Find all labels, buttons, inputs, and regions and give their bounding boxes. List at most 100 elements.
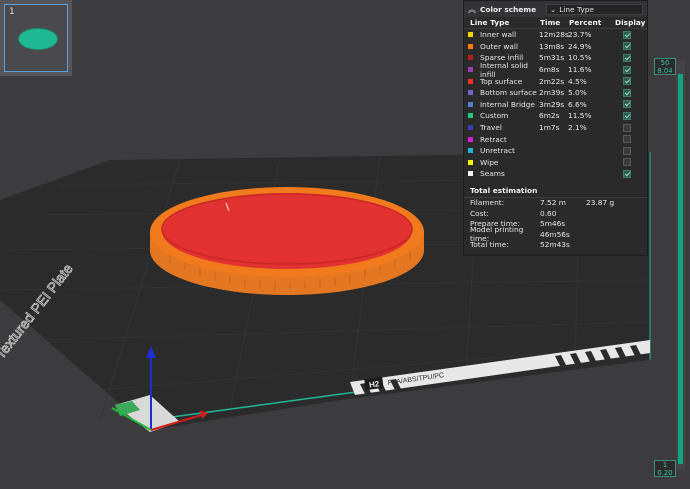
summary-value: 5m46s [540,219,566,229]
col-line-type: Line Type [470,18,510,27]
line-type-swatch [468,113,473,119]
legend-header: ︽ Color scheme ⌄ Line Type [464,1,647,17]
display-checkbox[interactable] [623,111,631,120]
line-type-time: 2m39s [539,88,565,98]
line-type-swatch [468,55,473,61]
line-type-percent: 4.5% [568,76,587,86]
line-type-time: 2m22s [539,76,565,86]
display-checkbox[interactable] [623,77,631,86]
line-type-name: Unretract [480,146,515,156]
line-type-time: 3m29s [539,99,565,109]
legend-title: Color scheme [480,4,537,14]
summary-rows: Filament: 7.52 m 23.87 g Cost: 0.60 Prepare t… [464,198,647,251]
top-layer-number: 50 [660,59,670,67]
line-type-name: Top surface [480,76,523,86]
line-type-swatch [468,159,473,165]
legend-row: Bottom surface 2m39s 5.0% [464,87,647,99]
line-type-swatch [468,67,473,73]
plate-thumbnail-panel: 1 [0,0,72,76]
line-type-swatch [468,32,473,38]
display-checkbox[interactable] [623,88,631,97]
line-type-swatch [468,171,473,177]
display-checkbox[interactable] [623,146,631,155]
summary-value: 0.60 [540,208,557,218]
chevron-down-icon: ⌄ [550,4,557,14]
summary-row: Cost: 0.60 [464,208,647,219]
bottom-layer-number: 1 [662,461,668,469]
layer-slider-top-handle[interactable]: 50 8.04 [654,58,676,75]
line-type-percent: 10.5% [568,53,592,63]
line-type-name: Outer wall [480,41,519,51]
line-type-time: 13m8s [539,41,565,51]
line-type-percent: 5.0% [568,88,587,98]
line-type-time: 6m2s [539,111,560,121]
display-checkbox[interactable] [623,100,631,109]
summary-row: Total time: 52m43s [464,240,647,251]
line-type-name: Wipe [480,157,499,167]
plate-index: 1 [9,7,15,17]
display-checkbox[interactable] [623,30,631,39]
line-type-swatch [468,136,473,142]
color-scheme-value: Line Type [559,4,594,14]
plate-thumbnail[interactable]: 1 [4,4,68,72]
line-type-name: Seams [480,169,505,179]
top-layer-height: 8.04 [657,67,673,75]
display-checkbox[interactable] [623,169,631,178]
summary-label: Cost: [470,208,489,218]
color-scheme-legend: ︽ Color scheme ⌄ Line Type Line Type Tim… [463,0,648,256]
line-type-swatch [468,90,473,96]
summary-extra: 23.87 g [586,198,615,208]
legend-row: Unretract [464,145,647,157]
line-type-name: Travel [480,123,502,133]
line-type-percent: 23.7% [568,30,592,40]
line-type-time: 5m31s [539,53,565,63]
summary-row: Filament: 7.52 m 23.87 g [464,198,647,209]
line-type-percent: 11.5% [568,111,592,121]
line-type-name: Bottom surface [480,88,537,98]
legend-row: Internal Bridge 3m29s 6.6% [464,99,647,111]
summary-label: Total time: [470,240,509,250]
line-type-swatch [468,78,473,84]
col-percent: Percent [569,18,602,27]
summary-value: 52m43s [540,240,570,250]
line-type-swatch [468,148,473,154]
line-type-swatch [468,101,473,107]
line-type-name: Custom [480,111,509,121]
bottom-layer-height: 0.20 [657,469,673,477]
summary-label: Filament: [470,198,505,208]
legend-row: Outer wall 13m8s 24.9% [464,41,647,53]
display-checkbox[interactable] [623,65,631,74]
printer-logo: H2 [368,379,380,389]
printed-model[interactable] [150,187,424,295]
line-type-name: Retract [480,134,507,144]
color-scheme-select[interactable]: ⌄ Line Type [546,3,643,15]
display-checkbox[interactable] [623,42,631,51]
display-checkbox[interactable] [623,53,631,62]
total-estimation-title: Total estimation [464,184,647,198]
line-type-percent: 2.1% [568,123,587,133]
line-type-percent: 11.6% [568,65,592,75]
legend-rows: Inner wall 12m28s 23.7% Outer wall 13m8s 24.9… [464,29,647,180]
line-type-swatch [468,43,473,49]
legend-row: Travel 1m7s 2.1% [464,122,647,134]
display-checkbox[interactable] [623,135,631,144]
summary-value: 46m56s [540,229,570,239]
summary-row: Model printing time: 46m56s [464,225,647,243]
line-type-name: Inner wall [480,30,517,40]
layer-slider-bottom-handle[interactable]: 1 0.20 [654,460,676,477]
legend-column-headers: Line Type Time Percent Display [464,17,647,29]
collapse-chevron-icon[interactable]: ︽ [468,4,476,15]
col-time: Time [540,18,561,27]
line-type-time: 1m7s [539,123,560,133]
legend-row: Inner wall 12m28s 23.7% [464,29,647,41]
display-checkbox[interactable] [623,123,631,132]
line-type-time: 6m8s [539,65,560,75]
line-type-time: 12m28s [539,30,569,40]
display-checkbox[interactable] [623,158,631,167]
summary-value: 7.52 m [540,198,567,208]
line-type-swatch [468,125,473,131]
layer-slider-range [678,74,683,464]
legend-row: Custom 6m2s 11.5% [464,110,647,122]
thumbnail-model-preview [18,28,58,50]
legend-row: Top surface 2m22s 4.5% [464,75,647,87]
